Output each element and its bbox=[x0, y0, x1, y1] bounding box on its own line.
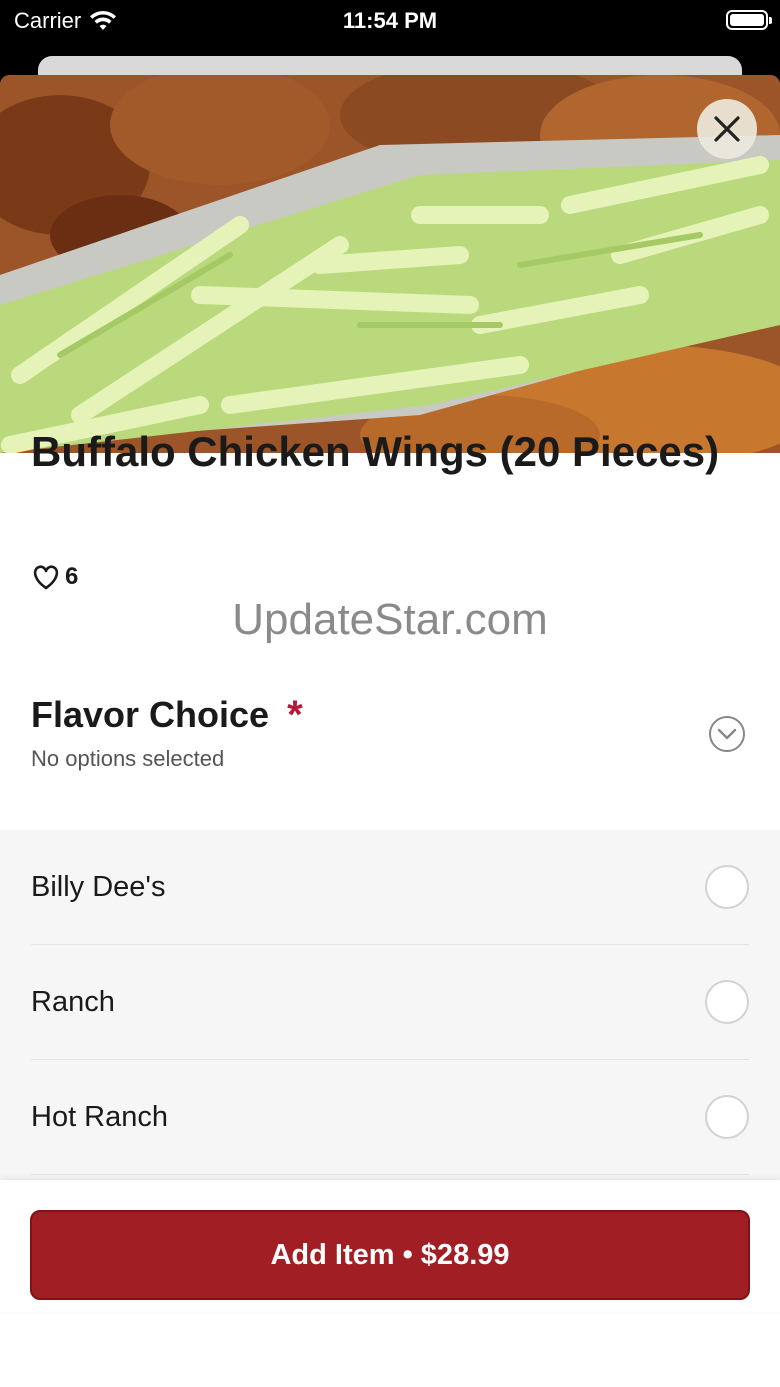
battery-icon bbox=[726, 10, 772, 30]
option-billy-dees[interactable]: Billy Dee's bbox=[31, 830, 749, 945]
close-button[interactable] bbox=[697, 99, 757, 159]
radio-button[interactable] bbox=[705, 980, 749, 1024]
flavor-section-header[interactable]: Flavor Choice * No options selected bbox=[31, 694, 751, 772]
status-time: 11:54 PM bbox=[342, 8, 438, 33]
footer-bar: Add Item • $28.99 bbox=[0, 1180, 780, 1312]
section-title: Flavor Choice bbox=[31, 694, 270, 735]
option-label: Billy Dee's bbox=[31, 870, 166, 903]
radio-button[interactable] bbox=[705, 1095, 749, 1139]
option-hot-ranch[interactable]: Hot Ranch bbox=[31, 1060, 749, 1175]
add-item-button[interactable]: Add Item • $28.99 bbox=[30, 1210, 750, 1300]
option-ranch[interactable]: Ranch bbox=[31, 945, 749, 1060]
item-photo bbox=[0, 75, 780, 453]
watermark: UpdateStar.com bbox=[232, 595, 548, 644]
option-label: Ranch bbox=[31, 985, 115, 1018]
close-icon bbox=[714, 116, 740, 142]
chevron-down-icon[interactable] bbox=[708, 715, 746, 753]
heart-icon bbox=[33, 565, 59, 590]
option-label: Hot Ranch bbox=[31, 1100, 169, 1133]
section-subtitle: No options selected bbox=[31, 746, 225, 771]
like-control[interactable]: 6 bbox=[31, 563, 78, 591]
like-count: 6 bbox=[65, 563, 79, 590]
item-title: Buffalo Chicken Wings (20 Pieces) bbox=[31, 428, 720, 475]
radio-button[interactable] bbox=[705, 865, 749, 909]
status-bar: Carrier 11:54 PM bbox=[0, 0, 780, 56]
required-indicator: * bbox=[287, 693, 303, 737]
